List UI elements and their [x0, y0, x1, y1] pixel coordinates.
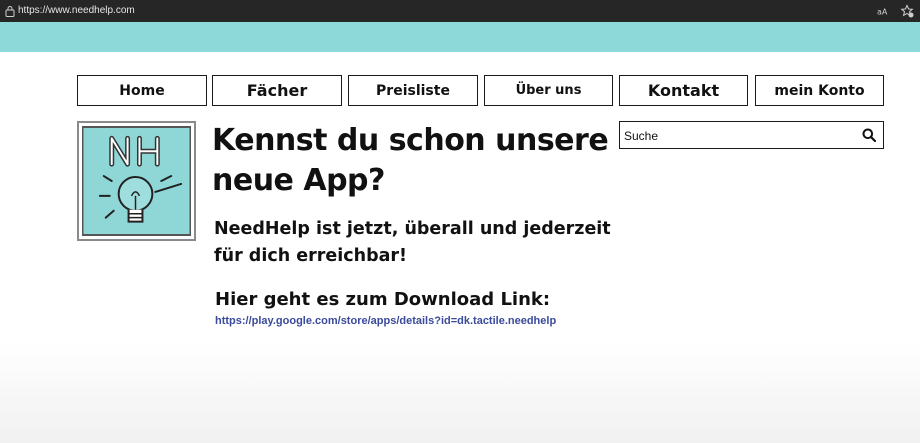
page-subheadline: NeedHelp ist jetzt, überall und jederzei…: [214, 219, 611, 266]
search-input[interactable]: [624, 126, 849, 145]
lock-icon: [5, 6, 15, 17]
nav-ueber-uns-button[interactable]: Über uns: [484, 75, 613, 106]
browser-address-bar: https://www.needhelp.com aA: [0, 0, 920, 22]
nav-faecher-button[interactable]: Fächer: [212, 75, 342, 106]
nav-preisliste-button[interactable]: Preisliste: [348, 75, 478, 106]
search-box: [619, 121, 884, 149]
download-link[interactable]: https://play.google.com/store/apps/detai…: [215, 313, 556, 329]
nav-mein-konto-button[interactable]: mein Konto: [755, 75, 884, 106]
search-icon[interactable]: [862, 128, 876, 142]
lightbulb-icon: [82, 126, 191, 236]
reader-view-icon[interactable]: aA: [876, 5, 892, 17]
page-headline: Kennst du schon unsere neue App?: [212, 123, 609, 198]
page-bottom-fade: [0, 340, 920, 443]
needhelp-logo[interactable]: [77, 121, 196, 241]
nav-kontakt-button[interactable]: Kontakt: [619, 75, 748, 106]
svg-text:aA: aA: [877, 8, 888, 17]
browser-url[interactable]: https://www.needhelp.com: [18, 4, 135, 18]
favorite-icon[interactable]: [900, 4, 914, 18]
download-title: Hier geht es zum Download Link:: [215, 289, 551, 310]
nav-home-button[interactable]: Home: [77, 75, 207, 106]
header-band: [0, 22, 920, 52]
